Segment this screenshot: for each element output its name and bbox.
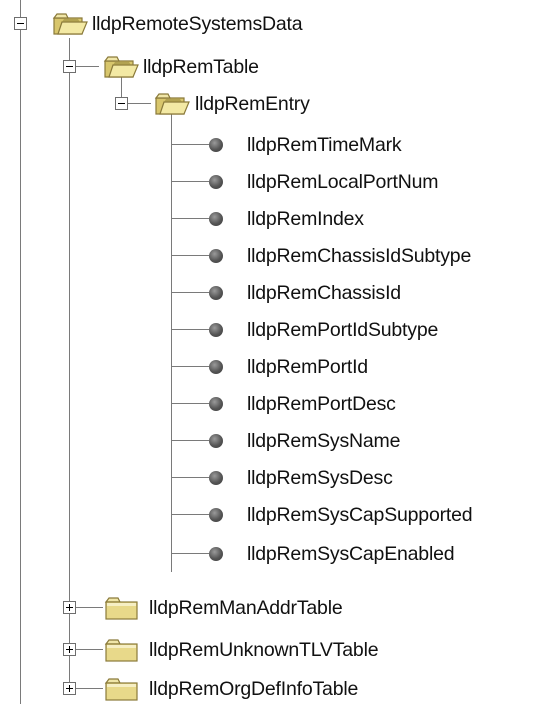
tree-leaf-label: lldpRemSysCapSupported (247, 504, 473, 526)
tree-node-lldpremtable[interactable]: lldpRemTable (0, 49, 555, 85)
tree-leaf-label: lldpRemChassisIdSubtype (247, 245, 472, 267)
tree-leaf[interactable]: lldpRemChassisIdSubtype (0, 238, 555, 274)
tree-leaf[interactable]: lldpRemPortId (0, 349, 555, 385)
expand-plus-icon[interactable] (63, 682, 76, 695)
tree-leaf[interactable]: lldpRemTimeMark (0, 127, 555, 163)
tree-connector (171, 440, 209, 441)
tree-connector (171, 366, 209, 367)
tree-node-lldpremunknowntlvtable[interactable]: lldpRemUnknownTLVTable (0, 632, 555, 668)
folder-icon (104, 597, 138, 620)
leaf-node-icon (209, 547, 223, 561)
leaf-node-icon (209, 286, 223, 300)
leaf-node-icon (209, 212, 223, 226)
tree-leaf[interactable]: lldpRemChassisId (0, 275, 555, 311)
folder-icon (104, 678, 138, 701)
open-folder-icon (52, 13, 88, 35)
tree-leaf-label: lldpRemPortId (247, 356, 368, 378)
tree-connector (171, 553, 209, 554)
expand-plus-icon[interactable] (63, 643, 76, 656)
tree-leaf[interactable]: lldpRemPortIdSubtype (0, 312, 555, 348)
tree-node-root[interactable]: lldpRemoteSystemsData (0, 6, 555, 42)
collapse-minus-icon[interactable] (63, 60, 76, 73)
leaf-node-icon (209, 175, 223, 189)
tree-leaf-label: lldpRemPortIdSubtype (247, 319, 439, 341)
tree-connector (171, 477, 209, 478)
tree-leaf[interactable]: lldpRemIndex (0, 201, 555, 237)
leaf-node-icon (209, 471, 223, 485)
tree-leaf[interactable]: lldpRemSysCapEnabled (0, 536, 555, 572)
tree-leaf[interactable]: lldpRemSysDesc (0, 460, 555, 496)
leaf-node-icon (209, 397, 223, 411)
tree-leaf-label: lldpRemIndex (247, 208, 364, 230)
collapse-minus-icon[interactable] (115, 97, 128, 110)
tree-node-label: lldpRemEntry (195, 93, 310, 115)
tree-node-lldprementry[interactable]: lldpRemEntry (0, 86, 555, 122)
tree-connector (171, 218, 209, 219)
open-folder-icon (103, 56, 139, 78)
tree-node-lldpremorgdefinfotable[interactable]: lldpRemOrgDefInfoTable (0, 671, 555, 707)
tree-connector (171, 329, 209, 330)
tree-connector (171, 255, 209, 256)
leaf-node-icon (209, 434, 223, 448)
tree-node-label: lldpRemTable (143, 56, 259, 78)
tree-leaf[interactable]: lldpRemSysName (0, 423, 555, 459)
leaf-node-icon (209, 138, 223, 152)
tree-leaf[interactable]: lldpRemSysCapSupported (0, 497, 555, 533)
tree-leaf-label: lldpRemLocalPortNum (247, 171, 439, 193)
tree-node-label: lldpRemManAddrTable (149, 597, 343, 619)
tree-leaf[interactable]: lldpRemLocalPortNum (0, 164, 555, 200)
tree-leaf-label: lldpRemChassisId (247, 282, 401, 304)
tree-connector (171, 292, 209, 293)
leaf-node-icon (209, 508, 223, 522)
tree-connector (171, 144, 209, 145)
tree-node-label: lldpRemoteSystemsData (92, 13, 303, 35)
tree-leaf-label: lldpRemSysName (247, 430, 401, 452)
tree-leaf-label: lldpRemSysDesc (247, 467, 393, 489)
tree-connector (171, 514, 209, 515)
tree-connector (171, 403, 209, 404)
tree-connector (171, 181, 209, 182)
tree-leaf-label: lldpRemTimeMark (247, 134, 402, 156)
open-folder-icon (154, 93, 190, 115)
tree-leaf-label: lldpRemSysCapEnabled (247, 543, 455, 565)
collapse-minus-icon[interactable] (14, 17, 27, 30)
tree-node-label: lldpRemOrgDefInfoTable (149, 678, 359, 700)
tree-node-lldpremmanaddrtable[interactable]: lldpRemManAddrTable (0, 590, 555, 626)
tree-leaf[interactable]: lldpRemPortDesc (0, 386, 555, 422)
tree-node-label: lldpRemUnknownTLVTable (149, 639, 379, 661)
mib-tree-view: lldpRemoteSystemsData lldpRemTable lldpR… (0, 0, 555, 704)
leaf-node-icon (209, 323, 223, 337)
folder-icon (104, 639, 138, 662)
leaf-node-icon (209, 360, 223, 374)
leaf-node-icon (209, 249, 223, 263)
expand-plus-icon[interactable] (63, 601, 76, 614)
tree-leaf-label: lldpRemPortDesc (247, 393, 396, 415)
